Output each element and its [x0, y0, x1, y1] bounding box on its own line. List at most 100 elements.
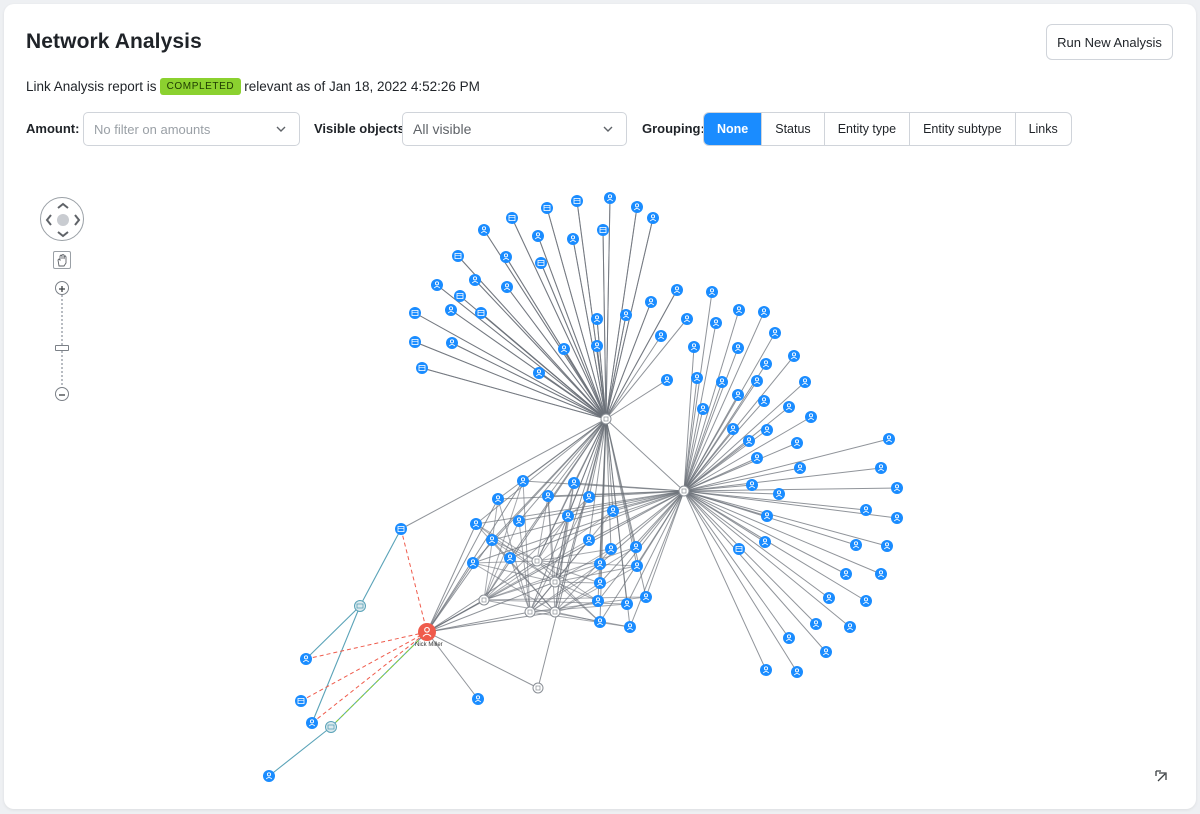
document-node[interactable] [325, 721, 337, 733]
person-node[interactable] [469, 274, 481, 286]
zoom-in-button[interactable] [55, 281, 69, 295]
person-node[interactable] [891, 482, 903, 494]
person-node[interactable] [661, 374, 673, 386]
person-node[interactable] [761, 510, 773, 522]
person-node[interactable] [306, 717, 318, 729]
person-node[interactable] [594, 616, 606, 628]
person-node[interactable] [794, 462, 806, 474]
building-node[interactable] [454, 290, 466, 302]
person-node[interactable] [760, 358, 772, 370]
person-node[interactable] [605, 543, 617, 555]
person-node[interactable] [783, 401, 795, 413]
zoom-slider-track[interactable] [61, 295, 63, 387]
person-node[interactable] [504, 552, 516, 564]
person-node[interactable] [820, 646, 832, 658]
person-node[interactable] [478, 224, 490, 236]
person-node[interactable] [823, 592, 835, 604]
person-node[interactable] [810, 618, 822, 630]
person-node[interactable] [850, 539, 862, 551]
building-node[interactable] [409, 307, 421, 319]
person-node[interactable] [697, 403, 709, 415]
person-node[interactable] [591, 340, 603, 352]
expand-icon[interactable] [1155, 770, 1169, 784]
building-node[interactable] [475, 307, 487, 319]
person-node[interactable] [532, 230, 544, 242]
person-node[interactable] [891, 512, 903, 524]
grouping-none-option[interactable]: None [704, 113, 762, 145]
person-node[interactable] [445, 304, 457, 316]
person-node[interactable] [621, 598, 633, 610]
hub-node[interactable] [678, 485, 690, 497]
building-node[interactable] [452, 250, 464, 262]
person-node[interactable] [758, 395, 770, 407]
person-node[interactable] [840, 568, 852, 580]
person-node[interactable] [467, 557, 479, 569]
person-node[interactable] [688, 341, 700, 353]
building-node[interactable] [733, 543, 745, 555]
person-node[interactable] [732, 342, 744, 354]
hub-node[interactable] [532, 682, 544, 694]
person-node[interactable] [604, 192, 616, 204]
building-node[interactable] [409, 336, 421, 348]
person-node[interactable] [875, 568, 887, 580]
focus-person-node[interactable] [418, 623, 436, 641]
grouping-entity-subtype-option[interactable]: Entity subtype [909, 113, 1015, 145]
building-node[interactable] [395, 523, 407, 535]
person-node[interactable] [562, 510, 574, 522]
grouping-links-option[interactable]: Links [1014, 113, 1071, 145]
zoom-out-button[interactable] [55, 387, 69, 401]
grouping-status-option[interactable]: Status [761, 113, 823, 145]
run-new-analysis-button[interactable]: Run New Analysis [1046, 24, 1173, 60]
person-node[interactable] [640, 591, 652, 603]
amount-select[interactable]: No filter on amounts [83, 112, 300, 146]
zoom-slider-thumb[interactable] [55, 345, 69, 351]
person-node[interactable] [446, 337, 458, 349]
building-node[interactable] [295, 695, 307, 707]
person-node[interactable] [732, 389, 744, 401]
person-node[interactable] [513, 515, 525, 527]
person-node[interactable] [583, 491, 595, 503]
person-node[interactable] [727, 423, 739, 435]
person-node[interactable] [591, 313, 603, 325]
person-node[interactable] [761, 424, 773, 436]
person-node[interactable] [431, 279, 443, 291]
building-node[interactable] [571, 195, 583, 207]
hub-node[interactable] [600, 413, 612, 425]
hub-node[interactable] [549, 576, 561, 588]
person-node[interactable] [517, 475, 529, 487]
person-node[interactable] [769, 327, 781, 339]
person-node[interactable] [733, 304, 745, 316]
person-node[interactable] [760, 664, 772, 676]
person-node[interactable] [592, 595, 604, 607]
person-node[interactable] [681, 313, 693, 325]
person-node[interactable] [844, 621, 856, 633]
person-node[interactable] [631, 201, 643, 213]
person-node[interactable] [567, 233, 579, 245]
pan-control[interactable] [40, 197, 84, 241]
person-node[interactable] [300, 653, 312, 665]
person-node[interactable] [568, 477, 580, 489]
person-node[interactable] [620, 309, 632, 321]
person-node[interactable] [759, 536, 771, 548]
building-node[interactable] [535, 257, 547, 269]
person-node[interactable] [783, 632, 795, 644]
grouping-entity-type-option[interactable]: Entity type [823, 113, 909, 145]
hub-node[interactable] [478, 594, 490, 606]
person-node[interactable] [788, 350, 800, 362]
person-node[interactable] [501, 281, 513, 293]
person-node[interactable] [263, 770, 275, 782]
visible-objects-select[interactable]: All visible [402, 112, 627, 146]
person-node[interactable] [743, 435, 755, 447]
person-node[interactable] [791, 666, 803, 678]
person-node[interactable] [486, 534, 498, 546]
person-node[interactable] [594, 577, 606, 589]
building-node[interactable] [597, 224, 609, 236]
person-node[interactable] [492, 493, 504, 505]
person-node[interactable] [630, 541, 642, 553]
person-node[interactable] [583, 534, 595, 546]
person-node[interactable] [791, 437, 803, 449]
person-node[interactable] [631, 560, 643, 572]
document-node[interactable] [354, 600, 366, 612]
person-node[interactable] [860, 595, 872, 607]
person-node[interactable] [883, 433, 895, 445]
